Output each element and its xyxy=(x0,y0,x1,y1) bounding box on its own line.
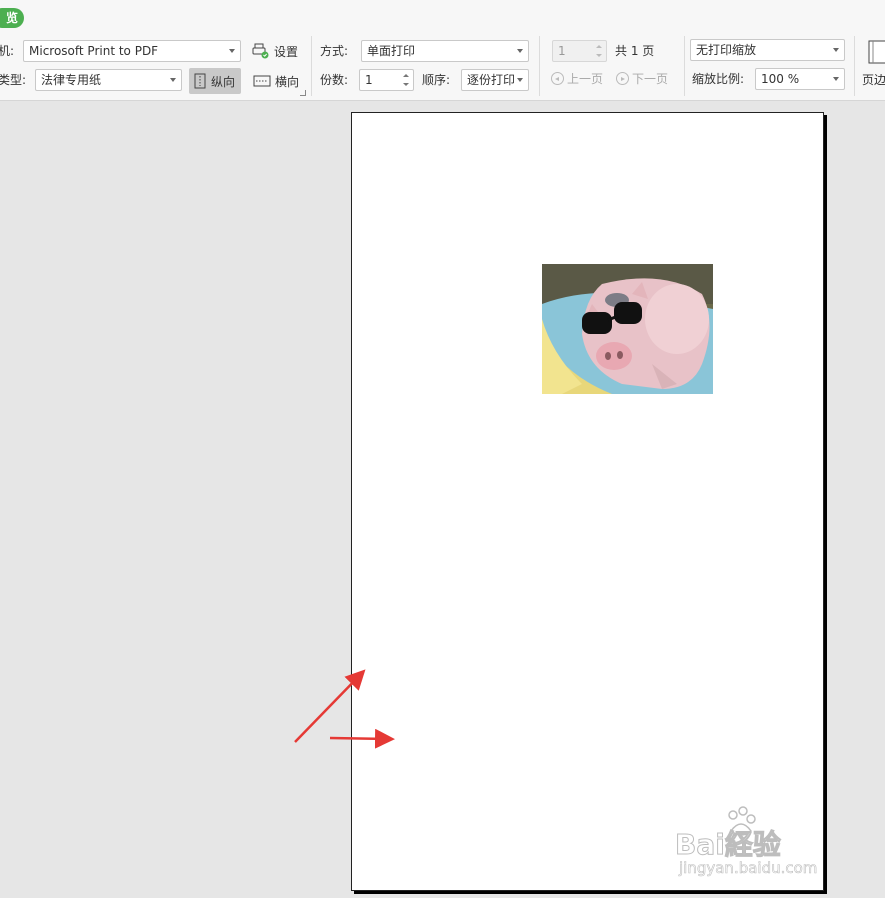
landscape-label: 横向 xyxy=(275,74,300,89)
print-mode-label: 方式: xyxy=(320,44,349,58)
stepper-down-icon[interactable] xyxy=(403,83,409,86)
previous-page-label: 上一页 xyxy=(567,72,604,86)
toolbar-divider xyxy=(854,36,855,96)
stepper-up-icon[interactable] xyxy=(596,45,602,48)
portrait-orientation-icon xyxy=(194,73,206,89)
stepper-down-icon[interactable] xyxy=(596,54,602,57)
page-number-value: 1 xyxy=(558,44,566,58)
page-total-label: 共 1 页 xyxy=(615,44,655,58)
preview-page xyxy=(294,112,824,891)
print-mode-select[interactable]: 单面打印 xyxy=(361,40,529,62)
printer-select-value: Microsoft Print to PDF xyxy=(29,44,159,58)
zoom-ratio-label: 缩放比例: xyxy=(692,72,745,86)
paper-type-label: 类型: xyxy=(0,73,27,87)
landscape-button[interactable]: 横向 xyxy=(249,69,303,93)
printer-select[interactable]: Microsoft Print to PDF xyxy=(23,40,241,62)
landscape-orientation-icon xyxy=(253,75,271,87)
arrow-left-icon xyxy=(551,72,564,85)
stepper-up-icon[interactable] xyxy=(403,74,409,77)
page-margins-button[interactable]: 页边 xyxy=(860,40,885,90)
paper-type-select[interactable]: 法律专用纸 xyxy=(35,69,182,91)
paper-type-value: 法律专用纸 xyxy=(41,73,102,87)
collate-order-value: 逐份打印 xyxy=(467,73,516,87)
collate-order-label: 顺序: xyxy=(422,73,451,87)
next-page-label: 下一页 xyxy=(632,72,669,86)
chevron-down-icon xyxy=(517,49,523,53)
portrait-label: 纵向 xyxy=(211,74,236,89)
watermark: Bai経验 jingyan.baidu.com xyxy=(675,806,875,885)
portrait-button[interactable]: 纵向 xyxy=(189,68,241,94)
page-margins-label: 页边 xyxy=(862,73,885,87)
preview-tab[interactable]: 览 xyxy=(0,8,24,28)
preview-tab-label: 览 xyxy=(5,11,18,25)
annotation-arrow xyxy=(329,728,395,749)
copies-stepper[interactable]: 1 xyxy=(359,69,414,91)
copies-value: 1 xyxy=(365,73,373,87)
print-mode-value: 单面打印 xyxy=(367,44,416,58)
settings-label: 设置 xyxy=(274,44,299,59)
group-expand-icon[interactable] xyxy=(300,90,306,96)
arrow-right-icon xyxy=(616,72,629,85)
chevron-down-icon xyxy=(833,77,839,81)
printer-settings-icon xyxy=(252,43,269,59)
annotation-arrow xyxy=(294,669,366,743)
page-number-stepper[interactable]: 1 xyxy=(552,40,607,62)
toolbar-divider xyxy=(539,36,540,96)
toolbar-divider xyxy=(311,36,312,96)
toolbar-divider xyxy=(684,36,685,96)
printer-label: 机: xyxy=(0,44,15,58)
print-scaling-select[interactable]: 无打印缩放 xyxy=(690,39,845,61)
print-preview-toolbar: 览 机: Microsoft Print to PDF 设置 类型: 法律专用纸… xyxy=(0,0,885,101)
zoom-ratio-value: 100 % xyxy=(761,72,800,86)
chevron-down-icon xyxy=(229,49,235,53)
watermark-brand: Bai経验 xyxy=(675,828,782,862)
zoom-ratio-select[interactable]: 100 % xyxy=(755,68,845,90)
copies-label: 份数: xyxy=(320,73,349,87)
annotation-arrows xyxy=(294,669,395,749)
print-scaling-value: 无打印缩放 xyxy=(696,43,757,57)
page-margins-icon xyxy=(868,40,885,64)
settings-button[interactable]: 设置 xyxy=(248,39,302,63)
watermark-url: jingyan.baidu.com xyxy=(679,859,818,878)
next-page-button[interactable]: 下一页 xyxy=(616,70,668,87)
chevron-down-icon xyxy=(517,78,523,82)
chevron-down-icon xyxy=(170,78,176,82)
chevron-down-icon xyxy=(833,48,839,52)
previous-page-button[interactable]: 上一页 xyxy=(551,70,603,87)
collate-order-select[interactable]: 逐份打印 xyxy=(461,69,529,91)
